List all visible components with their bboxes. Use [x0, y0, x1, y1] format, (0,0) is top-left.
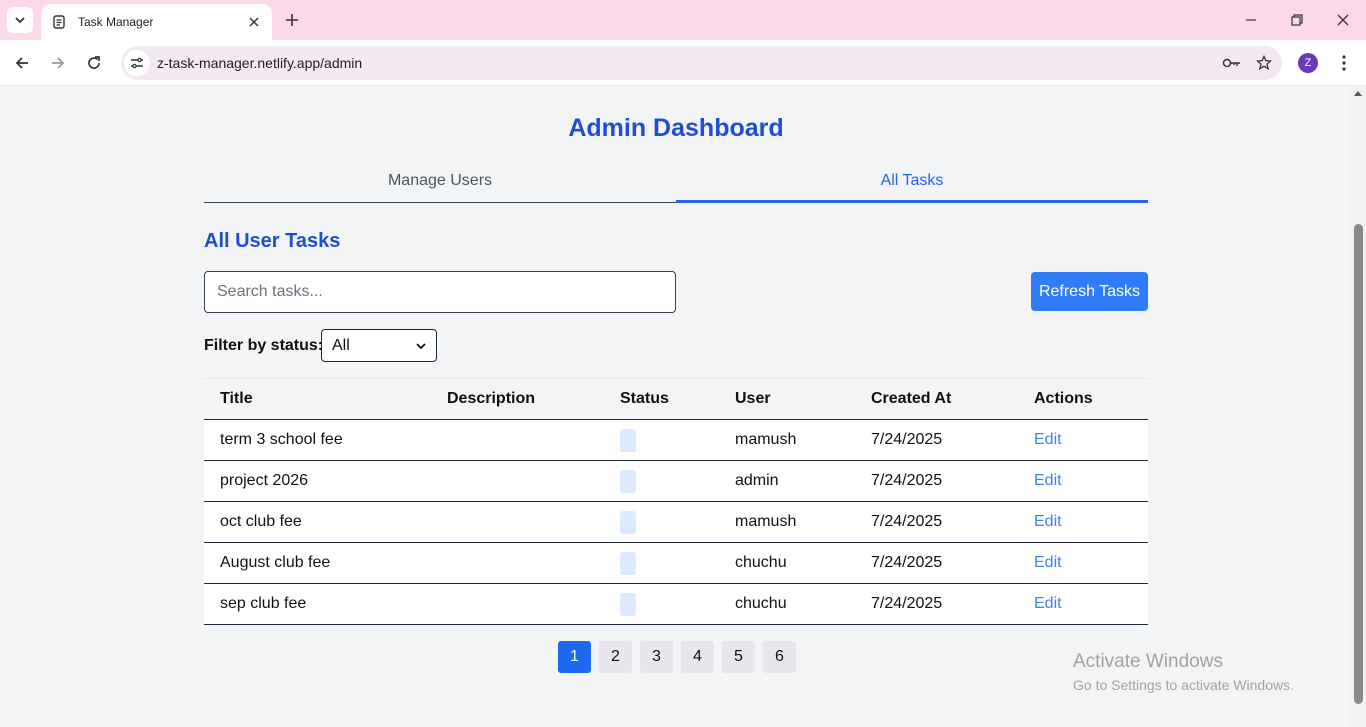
- document-icon: [51, 14, 67, 30]
- column-header-actions: Actions: [1034, 378, 1148, 420]
- task-title: sep club fee: [204, 583, 447, 625]
- page-button-6[interactable]: 6: [763, 641, 796, 673]
- section-title: All User Tasks: [204, 230, 341, 252]
- close-tab-icon[interactable]: [246, 14, 262, 30]
- search-input[interactable]: [204, 271, 676, 313]
- task-title: term 3 school fee: [204, 419, 447, 461]
- browser-tab-strip: Task Manager: [0, 0, 1366, 40]
- password-key-icon[interactable]: [1218, 49, 1246, 77]
- minimize-button[interactable]: [1237, 7, 1265, 33]
- scroll-up-arrow-icon[interactable]: [1354, 91, 1362, 96]
- page-button-1[interactable]: 1: [558, 641, 591, 673]
- task-user: mamush: [735, 419, 871, 461]
- back-button[interactable]: [8, 49, 36, 77]
- status-badge: [620, 551, 636, 575]
- edit-task-link[interactable]: Edit: [1034, 595, 1062, 612]
- task-user: chuchu: [735, 583, 871, 625]
- filter-label: Filter by status:: [204, 337, 324, 354]
- status-badge: [620, 469, 636, 493]
- tab-all-tasks[interactable]: All Tasks: [676, 160, 1148, 203]
- tab-manage-users[interactable]: Manage Users: [204, 160, 676, 203]
- task-user: admin: [735, 460, 871, 502]
- plus-icon: [286, 14, 298, 26]
- page-button-3[interactable]: 3: [640, 641, 673, 673]
- status-filter-select[interactable]: All: [321, 329, 437, 362]
- chevron-down-icon: [416, 342, 426, 349]
- windows-activation-watermark: Activate Windows Go to Settings to activ…: [1073, 651, 1294, 693]
- new-tab-button[interactable]: [280, 8, 304, 32]
- edit-task-link[interactable]: Edit: [1034, 554, 1062, 571]
- task-user: chuchu: [735, 542, 871, 584]
- task-description: [447, 419, 620, 461]
- watermark-title: Activate Windows: [1073, 651, 1223, 672]
- status-badge: [620, 510, 636, 534]
- edit-task-link[interactable]: Edit: [1034, 472, 1062, 489]
- minimize-icon: [1246, 19, 1256, 21]
- scrollbar-thumb[interactable]: [1354, 224, 1363, 704]
- page-title: Admin Dashboard: [568, 114, 784, 142]
- close-icon: [1337, 14, 1349, 26]
- page-button-5[interactable]: 5: [722, 641, 755, 673]
- restore-button[interactable]: [1283, 7, 1311, 33]
- status-badge: [620, 428, 636, 452]
- task-created-at: 7/24/2025: [871, 501, 1034, 543]
- task-created-at: 7/24/2025: [871, 460, 1034, 502]
- edit-task-link[interactable]: Edit: [1034, 513, 1062, 530]
- bookmark-star-icon[interactable]: [1250, 49, 1278, 77]
- table-row: oct club fee mamush 7/24/2025 Edit: [204, 501, 1148, 543]
- column-header-status: Status: [620, 378, 735, 420]
- table-header-row: Title Description Status User Created At…: [204, 378, 1148, 420]
- page-button-4[interactable]: 4: [681, 641, 714, 673]
- admin-tabs: Manage Users All Tasks: [204, 160, 1148, 203]
- task-description: [447, 501, 620, 543]
- task-created-at: 7/24/2025: [871, 583, 1034, 625]
- reload-icon: [88, 56, 100, 69]
- address-bar[interactable]: z-task-manager.netlify.app/admin: [121, 46, 1282, 80]
- table-row: sep club fee chuchu 7/24/2025 Edit: [204, 583, 1148, 625]
- more-vertical-icon: [1342, 55, 1346, 71]
- close-window-button[interactable]: [1329, 7, 1357, 33]
- tab-search-button[interactable]: [7, 7, 33, 33]
- task-title: oct club fee: [204, 501, 447, 543]
- arrow-left-icon: [15, 57, 28, 69]
- profile-avatar[interactable]: Z: [1298, 53, 1318, 73]
- arrow-right-icon: [52, 57, 65, 69]
- page-scrollbar[interactable]: [1350, 87, 1366, 727]
- task-created-at: 7/24/2025: [871, 542, 1034, 584]
- column-header-description: Description: [447, 378, 620, 420]
- tasks-table: Title Description Status User Created At…: [204, 378, 1148, 625]
- browser-menu-button[interactable]: [1332, 50, 1356, 76]
- page-button-2[interactable]: 2: [599, 641, 632, 673]
- column-header-title: Title: [204, 378, 447, 420]
- reload-button[interactable]: [80, 49, 108, 77]
- task-created-at: 7/24/2025: [871, 419, 1034, 461]
- url-text: z-task-manager.netlify.app/admin: [157, 55, 363, 71]
- browser-tab[interactable]: Task Manager: [41, 4, 272, 40]
- chevron-down-icon: [15, 17, 25, 24]
- refresh-tasks-button[interactable]: Refresh Tasks: [1031, 272, 1148, 311]
- task-description: [447, 460, 620, 502]
- task-description: [447, 542, 620, 584]
- task-title: project 2026: [204, 460, 447, 502]
- status-badge: [620, 592, 636, 616]
- watermark-subtitle: Go to Settings to activate Windows.: [1073, 677, 1294, 693]
- browser-toolbar: z-task-manager.netlify.app/admin Z: [0, 40, 1366, 86]
- pagination: 1 2 3 4 5 6: [558, 641, 796, 673]
- site-info-icon[interactable]: [124, 50, 150, 76]
- table-row: project 2026 admin 7/24/2025 Edit: [204, 460, 1148, 502]
- tab-title: Task Manager: [78, 15, 154, 29]
- task-title: August club fee: [204, 542, 447, 584]
- table-row: term 3 school fee mamush 7/24/2025 Edit: [204, 419, 1148, 461]
- task-description: [447, 583, 620, 625]
- column-header-user: User: [735, 378, 871, 420]
- column-header-created-at: Created At: [871, 378, 1034, 420]
- restore-icon: [1291, 14, 1303, 26]
- task-user: mamush: [735, 501, 871, 543]
- forward-button[interactable]: [44, 49, 72, 77]
- table-row: August club fee chuchu 7/24/2025 Edit: [204, 542, 1148, 584]
- edit-task-link[interactable]: Edit: [1034, 431, 1062, 448]
- status-filter-value: All: [332, 336, 350, 354]
